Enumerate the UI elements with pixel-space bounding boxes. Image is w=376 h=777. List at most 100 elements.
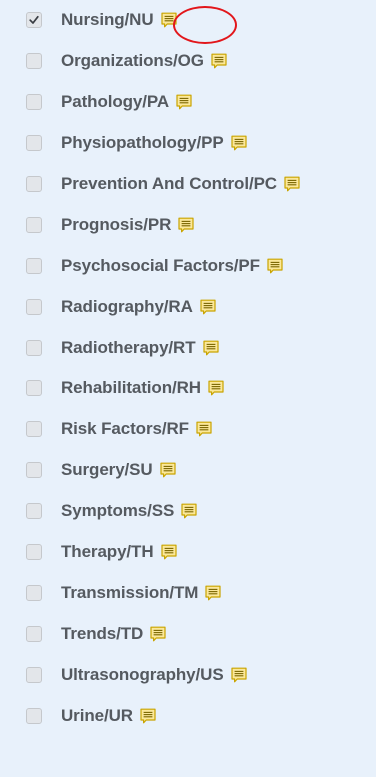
qualifier-row-5: Prognosis/PR xyxy=(0,204,376,245)
qualifier-label: Psychosocial Factors/PF xyxy=(61,256,284,276)
note-icon[interactable] xyxy=(160,543,178,561)
note-icon[interactable] xyxy=(230,134,248,152)
note-icon[interactable] xyxy=(204,584,222,602)
note-icon-glyph xyxy=(160,544,177,560)
qualifier-row-17: Urine/UR xyxy=(0,695,376,736)
qualifier-checkbox[interactable] xyxy=(26,94,42,111)
note-icon[interactable] xyxy=(149,625,167,643)
qualifier-row-7: Radiography/RA xyxy=(0,286,376,327)
note-icon-glyph xyxy=(200,299,216,315)
qualifier-checkbox[interactable] xyxy=(26,503,42,520)
qualifier-label-text: Symptoms/SS xyxy=(61,501,175,521)
qualifier-row-0: Nursing/NU xyxy=(0,0,376,41)
qualifier-label: Radiography/RA xyxy=(61,297,217,317)
qualifier-panel: Nursing/NU Organizations/OG Pathology/PA… xyxy=(0,0,376,777)
note-icon-glyph xyxy=(159,462,176,478)
note-icon[interactable] xyxy=(180,502,198,520)
qualifier-checkbox[interactable] xyxy=(26,544,42,561)
qualifier-label: Nursing/NU xyxy=(61,10,178,30)
note-icon[interactable] xyxy=(175,93,193,111)
note-icon-glyph xyxy=(202,340,219,355)
qualifier-label: Risk Factors/RF xyxy=(61,419,213,439)
qualifier-label-text: Prognosis/PR xyxy=(61,214,172,234)
qualifier-label: Radiotherapy/RT xyxy=(61,338,220,358)
qualifier-row-11: Surgery/SU xyxy=(0,450,376,491)
qualifier-row-1: Organizations/OG xyxy=(0,41,376,82)
note-icon-glyph xyxy=(230,135,247,151)
qualifier-label: Surgery/SU xyxy=(61,460,177,480)
qualifier-label-text: Ultrasonography/US xyxy=(61,664,224,684)
note-icon-glyph xyxy=(181,503,197,519)
qualifier-label-text: Transmission/TM xyxy=(61,582,199,602)
qualifier-label-text: Pathology/PA xyxy=(61,92,170,112)
qualifier-row-9: Rehabilitation/RH xyxy=(0,368,376,409)
qualifier-label: Organizations/OG xyxy=(61,51,228,71)
qualifier-row-3: Physiopathology/PP xyxy=(0,123,376,164)
qualifier-checkbox[interactable] xyxy=(26,380,42,397)
note-icon[interactable] xyxy=(210,52,228,70)
qualifier-label: Trends/TD xyxy=(61,624,167,644)
note-icon-glyph xyxy=(160,13,177,28)
qualifier-list: Nursing/NU Organizations/OG Pathology/PA… xyxy=(0,0,376,736)
qualifier-row-14: Transmission/TM xyxy=(0,572,376,613)
qualifier-checkbox[interactable] xyxy=(26,135,42,152)
note-icon[interactable] xyxy=(230,666,248,684)
qualifier-label-text: Psychosocial Factors/PF xyxy=(61,255,260,275)
checkmark-icon xyxy=(29,16,39,25)
qualifier-checkbox[interactable] xyxy=(26,584,42,601)
qualifier-label-text: Surgery/SU xyxy=(61,460,153,480)
qualifier-checkbox[interactable] xyxy=(26,12,42,29)
qualifier-label: Ultrasonography/US xyxy=(61,665,248,685)
note-icon-glyph xyxy=(178,217,194,233)
note-icon-glyph xyxy=(140,708,156,723)
note-icon[interactable] xyxy=(207,379,225,397)
qualifier-checkbox[interactable] xyxy=(26,707,42,724)
qualifier-label: Physiopathology/PP xyxy=(61,133,248,153)
note-icon[interactable] xyxy=(199,298,217,316)
note-icon[interactable] xyxy=(195,420,213,438)
note-icon-glyph xyxy=(150,626,166,642)
qualifier-checkbox[interactable] xyxy=(26,421,42,438)
qualifier-row-15: Trends/TD xyxy=(0,613,376,654)
qualifier-checkbox[interactable] xyxy=(26,257,42,274)
note-icon[interactable] xyxy=(177,216,195,234)
qualifier-label-text: Risk Factors/RF xyxy=(61,419,189,439)
note-icon[interactable] xyxy=(283,175,301,193)
qualifier-label-text: Therapy/TH xyxy=(61,542,154,562)
qualifier-label: Symptoms/SS xyxy=(61,501,198,521)
qualifier-label: Prognosis/PR xyxy=(61,215,195,235)
note-icon[interactable] xyxy=(266,257,284,275)
qualifier-checkbox[interactable] xyxy=(26,339,42,356)
qualifier-checkbox[interactable] xyxy=(26,666,42,683)
qualifier-checkbox[interactable] xyxy=(26,53,42,70)
note-icon-glyph xyxy=(230,667,247,683)
qualifier-label: Transmission/TM xyxy=(61,583,222,603)
qualifier-label-text: Radiotherapy/RT xyxy=(61,337,196,357)
qualifier-label-text: Prevention And Control/PC xyxy=(61,174,277,193)
qualifier-checkbox[interactable] xyxy=(26,216,42,233)
qualifier-checkbox[interactable] xyxy=(26,298,42,315)
qualifier-label: Urine/UR xyxy=(61,706,157,726)
qualifier-row-4: Prevention And Control/PC xyxy=(0,164,376,205)
qualifier-label-text: Urine/UR xyxy=(61,705,133,725)
qualifier-checkbox[interactable] xyxy=(26,625,42,642)
qualifier-row-12: Symptoms/SS xyxy=(0,491,376,532)
qualifier-label-text: Rehabilitation/RH xyxy=(61,378,201,398)
note-icon-glyph xyxy=(205,585,221,601)
qualifier-row-13: Therapy/TH xyxy=(0,532,376,573)
note-icon[interactable] xyxy=(159,461,177,479)
qualifier-row-16: Ultrasonography/US xyxy=(0,654,376,695)
note-icon[interactable] xyxy=(139,707,157,725)
note-icon-glyph xyxy=(208,381,224,396)
qualifier-row-6: Psychosocial Factors/PF xyxy=(0,245,376,286)
note-icon[interactable] xyxy=(202,339,220,357)
note-icon[interactable] xyxy=(160,11,178,29)
qualifier-row-10: Risk Factors/RF xyxy=(0,409,376,450)
qualifier-label: Pathology/PA xyxy=(61,92,193,112)
qualifier-label-text: Trends/TD xyxy=(61,623,144,643)
qualifier-checkbox[interactable] xyxy=(26,176,42,192)
qualifier-label-text: Nursing/NU xyxy=(61,10,154,30)
note-icon-glyph xyxy=(176,94,192,110)
qualifier-checkbox[interactable] xyxy=(26,462,42,479)
note-icon-glyph xyxy=(196,421,212,437)
